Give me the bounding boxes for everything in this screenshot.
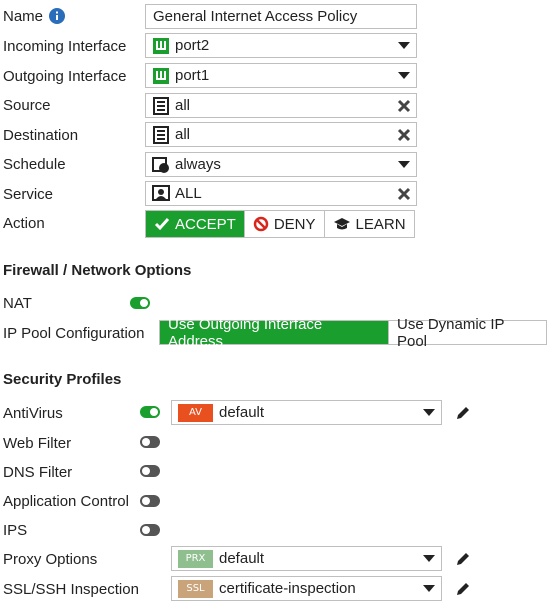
service-value: ALL: [175, 185, 202, 202]
chevron-down-icon[interactable]: [423, 409, 435, 416]
antivirus-label: AntiVirus: [3, 405, 63, 422]
application-control-label: Application Control: [3, 493, 129, 510]
nat-label: NAT: [3, 295, 32, 312]
schedule-label: Schedule: [3, 156, 66, 173]
address-list-icon: [152, 96, 170, 115]
antivirus-toggle[interactable]: [140, 406, 160, 418]
action-label: Action: [3, 215, 45, 232]
outgoing-interface-value: port1: [175, 67, 210, 84]
ips-label: IPS: [3, 522, 28, 539]
destination-select[interactable]: all: [145, 122, 417, 147]
toggle-knob: [142, 467, 150, 475]
ip-pool-dynamic-button[interactable]: Use Dynamic IP Pool: [388, 316, 546, 350]
ips-toggle[interactable]: [140, 524, 160, 536]
ip-pool-outgoing-button[interactable]: Use Outgoing Interface Address: [160, 316, 389, 350]
action-deny-button[interactable]: DENY: [244, 211, 325, 237]
chevron-down-icon[interactable]: [398, 42, 410, 49]
chevron-down-icon[interactable]: [398, 161, 410, 168]
schedule-value: always: [175, 156, 221, 173]
action-accept-button[interactable]: ACCEPT: [146, 211, 245, 237]
web-filter-label: Web Filter: [3, 435, 72, 452]
toggle-knob: [142, 497, 150, 505]
ip-pool-selector[interactable]: Use Outgoing Interface Address Use Dynam…: [159, 316, 547, 350]
chevron-down-icon[interactable]: [423, 585, 435, 592]
check-icon: [154, 217, 170, 231]
ip-pool-label: IP Pool Configuration: [3, 325, 145, 342]
close-icon[interactable]: [397, 99, 411, 113]
action-learn-label: LEARN: [355, 215, 406, 233]
name-input[interactable]: General Internet Access Policy: [145, 4, 417, 29]
incoming-interface-label: Incoming Interface: [3, 38, 127, 55]
ssl-inspection-label: SSL/SSH Inspection: [3, 581, 139, 598]
ssl-inspection-value: certificate-inspection: [219, 580, 356, 597]
application-control-toggle[interactable]: [140, 495, 160, 507]
nat-toggle[interactable]: [130, 297, 150, 309]
toggle-knob: [142, 526, 150, 534]
dns-filter-label: DNS Filter: [3, 464, 73, 481]
source-value: all: [175, 97, 191, 114]
outgoing-interface-select[interactable]: port1: [145, 63, 417, 88]
destination-label: Destination: [3, 127, 79, 144]
edit-icon[interactable]: [455, 551, 471, 567]
graduation-cap-icon: [333, 217, 351, 231]
name-value: General Internet Access Policy: [153, 8, 358, 25]
action-selector[interactable]: ACCEPT DENY LEARN: [145, 210, 415, 238]
port-icon: [152, 37, 170, 55]
port-icon: [152, 67, 170, 85]
source-label: Source: [3, 97, 51, 114]
chevron-down-icon[interactable]: [398, 72, 410, 79]
source-select[interactable]: all: [145, 93, 417, 118]
incoming-interface-select[interactable]: port2: [145, 33, 417, 58]
proxy-options-value: default: [219, 550, 265, 567]
destination-value: all: [175, 126, 191, 143]
proxy-options-label: Proxy Options: [3, 551, 98, 568]
service-label: Service: [3, 186, 54, 203]
edit-icon[interactable]: [455, 405, 471, 421]
incoming-interface-value: port2: [175, 37, 210, 54]
address-list-icon: [152, 125, 170, 144]
proxy-badge: PRX: [178, 549, 213, 568]
antivirus-profile-value: default: [219, 404, 265, 421]
toggle-knob: [140, 299, 148, 307]
close-icon[interactable]: [397, 187, 411, 201]
info-icon[interactable]: [49, 8, 65, 24]
ssl-badge: SSL: [178, 579, 213, 598]
web-filter-toggle[interactable]: [140, 436, 160, 448]
action-accept-label: ACCEPT: [175, 215, 236, 233]
toggle-knob: [150, 408, 158, 416]
schedule-select[interactable]: always: [145, 152, 417, 177]
edit-icon[interactable]: [455, 581, 471, 597]
action-deny-label: DENY: [273, 215, 316, 233]
dns-filter-toggle[interactable]: [140, 465, 160, 477]
calendar-clock-icon: [152, 156, 170, 174]
ssl-inspection-select[interactable]: SSL certificate-inspection: [171, 576, 442, 601]
close-icon[interactable]: [397, 128, 411, 142]
firewall-section-title: Firewall / Network Options: [3, 262, 192, 279]
chevron-down-icon[interactable]: [423, 555, 435, 562]
name-label: Name: [3, 8, 44, 25]
toggle-knob: [142, 438, 150, 446]
service-select[interactable]: ALL: [145, 181, 417, 206]
deny-icon: [253, 216, 269, 232]
proxy-options-select[interactable]: PRX default: [171, 546, 442, 571]
service-icon: [152, 184, 170, 203]
action-learn-button[interactable]: LEARN: [324, 211, 414, 237]
outgoing-interface-label: Outgoing Interface: [3, 68, 127, 85]
antivirus-profile-select[interactable]: AV default: [171, 400, 442, 425]
security-section-title: Security Profiles: [3, 371, 122, 388]
antivirus-badge: AV: [178, 403, 213, 422]
